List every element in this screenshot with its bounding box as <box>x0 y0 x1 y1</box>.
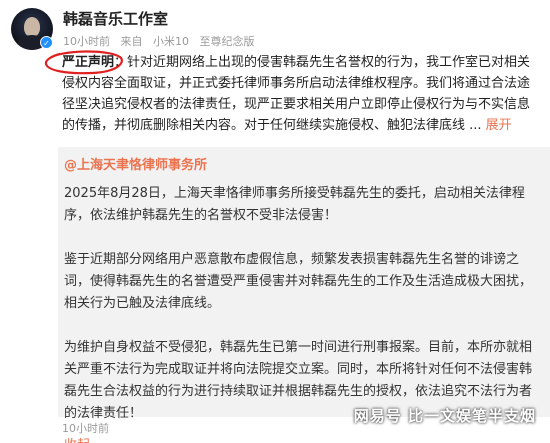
verified-icon: ✓ <box>40 36 53 49</box>
post-body: 严正声明：针对近期网络上出现的侵害韩磊先生名誉权的行为，我工作室已对相关侵权内容… <box>62 52 542 136</box>
avatar-face <box>24 17 40 37</box>
quoted-paragraph: 2025年8月28日，上海天聿恪律师事务所接受韩磊先生的委托，启动相关法律程序，… <box>64 186 525 223</box>
post-header: ✓ 韩磊音乐工作室 10小时前 来自 小米10 至尊纪念版 <box>0 0 550 52</box>
author-name[interactable]: 韩磊音乐工作室 <box>63 8 168 29</box>
quoted-post[interactable]: @上海天聿恪律师事务所 2025年8月28日，上海天聿恪律师事务所接受韩磊先生的… <box>58 147 550 443</box>
statement-body: ：针对近期网络上出现的侵害韩磊先生名誉权的行为，我工作室已对相关侵权内容全面取证… <box>62 55 531 133</box>
post-device[interactable]: 小米10 <box>153 35 189 48</box>
quoted-author-link[interactable]: @上海天聿恪律师事务所 <box>64 155 539 177</box>
expand-link[interactable]: 展开 <box>486 118 512 133</box>
statement-lead: 严正声明 <box>62 55 115 70</box>
post-time: 10小时前 <box>63 35 110 48</box>
quoted-paragraph: 鉴于近期部分网络用户恶意散布虚假信息，频繁发表损害韩磊先生名誉的诽谤之词，使得韩… <box>64 252 533 311</box>
quoted-post-time: 10小时前 <box>62 422 109 435</box>
post-meta: 10小时前 来自 小米10 至尊纪念版 <box>63 33 262 49</box>
post-device-suffix: 至尊纪念版 <box>199 35 255 48</box>
post-source: 来自 <box>120 35 143 48</box>
collapse-link[interactable]: 收起 <box>64 435 539 443</box>
quoted-post-content: @上海天聿恪律师事务所 2025年8月28日，上海天聿恪律师事务所接受韩磊先生的… <box>64 155 539 443</box>
watermark: 网易号 比一文娱笔半支烟 <box>353 407 536 425</box>
